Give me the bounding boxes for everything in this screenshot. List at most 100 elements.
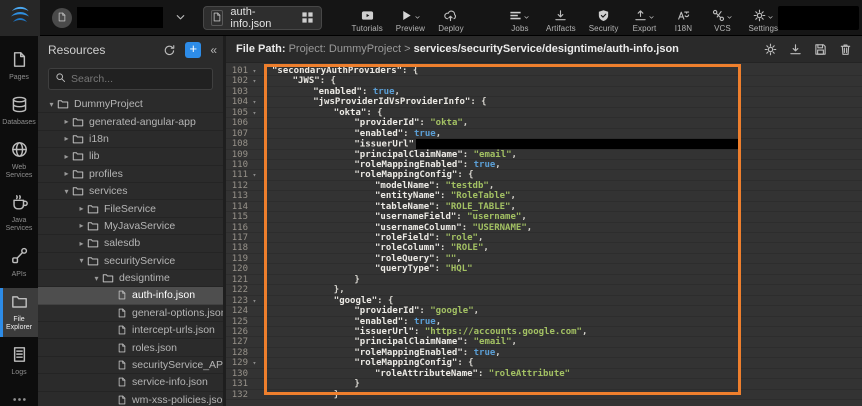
chevron-down-icon[interactable] (174, 11, 187, 24)
expand-arrow-icon[interactable]: ▾ (46, 100, 57, 109)
fold-arrow-icon[interactable]: ▾ (248, 358, 261, 367)
code-line-102[interactable]: 102▾"JWS": { (226, 76, 862, 86)
tree-item-intercept-urls-json[interactable]: intercept-urls.json (38, 322, 223, 339)
code-line-124[interactable]: 124"providerId": "google", (226, 306, 862, 316)
code-line-125[interactable]: 125"enabled": true, (226, 317, 862, 327)
expand-arrow-icon[interactable]: ▾ (91, 274, 102, 283)
download-file-button[interactable] (789, 43, 802, 56)
sidebar-item-java-services[interactable]: Java Services (0, 189, 38, 238)
code-line-117[interactable]: 117"roleField": "role", (226, 233, 862, 243)
toolbar-artifacts-button[interactable]: Artifacts (546, 8, 576, 33)
collapse-arrow-icon[interactable]: ▸ (76, 204, 87, 213)
expand-arrow-icon[interactable]: ▾ (76, 256, 87, 265)
tree-item-securityservice[interactable]: ▾securityService (38, 253, 223, 270)
expand-arrow-icon[interactable]: ▾ (61, 187, 72, 196)
tree-item-securityservice-api-json[interactable]: securityService_API.json (38, 357, 223, 374)
collapse-arrow-icon[interactable]: ▸ (61, 134, 72, 143)
tree-item-lib[interactable]: ▸lib (38, 148, 223, 165)
collapse-arrow-icon[interactable]: ▸ (61, 152, 72, 161)
code-line-122[interactable]: 122}, (226, 285, 862, 295)
code-editor[interactable]: 101▾"secondaryAuthProviders": {102▾"JWS"… (226, 63, 862, 406)
toolbar-preview-button[interactable]: Preview (396, 8, 425, 33)
code-line-129[interactable]: 129▾"roleMappingConfig": { (226, 358, 862, 368)
sidebar-item-apis[interactable]: APIs (0, 242, 38, 283)
toolbar-settings-button[interactable]: Settings (748, 8, 778, 33)
code-line-111[interactable]: 111▾"roleMappingConfig": { (226, 170, 862, 180)
file-settings-button[interactable] (764, 43, 777, 56)
code-line-112[interactable]: 112"modelName": "testdb", (226, 181, 862, 191)
code-line-116[interactable]: 116"usernameColumn": "USERNAME", (226, 223, 862, 233)
code-line-121[interactable]: 121} (226, 275, 862, 285)
code-line-110[interactable]: 110"roleMappingEnabled": true, (226, 160, 862, 170)
code-line-115[interactable]: 115"usernameField": "username", (226, 212, 862, 222)
code-line-105[interactable]: 105▾"okta": { (226, 108, 862, 118)
project-selector[interactable] (52, 7, 187, 28)
search-box[interactable] (48, 68, 213, 90)
code-line-123[interactable]: 123▾"google": { (226, 296, 862, 306)
code-line-118[interactable]: 118"roleColumn": "ROLE", (226, 243, 862, 253)
search-input[interactable] (71, 73, 206, 85)
toolbar-deploy-button[interactable]: Deploy (438, 8, 464, 33)
tree-item-general-options-json[interactable]: general-options.json (38, 305, 223, 322)
tree-item-myjavaservice[interactable]: ▸MyJavaService (38, 218, 223, 235)
code-line-128[interactable]: 128"roleMappingEnabled": true, (226, 348, 862, 358)
grid-icon[interactable] (301, 11, 314, 24)
sidebar-item-pages[interactable]: Pages (0, 46, 38, 87)
tree-item-services[interactable]: ▾services (38, 183, 223, 200)
code-line-101[interactable]: 101▾"secondaryAuthProviders": { (226, 66, 862, 76)
app-logo[interactable] (0, 0, 40, 36)
sidebar-item-more[interactable]: ••• (0, 386, 38, 406)
code-line-107[interactable]: 107"enabled": true, (226, 129, 862, 139)
refresh-icon[interactable] (163, 44, 176, 57)
add-resource-button[interactable]: + (185, 42, 201, 58)
code-line-113[interactable]: 113"entityName": "RoleTable", (226, 191, 862, 201)
code-line-103[interactable]: 103"enabled": true, (226, 87, 862, 97)
collapse-arrow-icon[interactable]: ▸ (76, 239, 87, 248)
collapse-arrow-icon[interactable]: ▸ (76, 221, 87, 230)
fold-arrow-icon[interactable]: ▾ (248, 66, 261, 75)
sidebar-item-web-services[interactable]: Web Services (0, 136, 38, 185)
tree-item-salesdb[interactable]: ▸salesdb (38, 235, 223, 252)
save-file-button[interactable] (814, 43, 827, 56)
tree-item-roles-json[interactable]: roles.json (38, 339, 223, 356)
tree-item-i18n[interactable]: ▸i18n (38, 131, 223, 148)
code-line-108[interactable]: 108"issuerUrl" (226, 139, 862, 149)
sidebar-item-logs[interactable]: Logs (0, 341, 38, 382)
collapse-arrow-icon[interactable]: ▸ (61, 169, 72, 178)
fold-arrow-icon[interactable]: ▾ (248, 296, 261, 305)
tree-item-designtime[interactable]: ▾designtime (38, 270, 223, 287)
fold-arrow-icon[interactable]: ▾ (248, 170, 261, 179)
delete-file-button[interactable] (839, 43, 852, 56)
code-line-127[interactable]: 127"principalClaimName": "email", (226, 337, 862, 347)
code-line-119[interactable]: 119"roleQuery": "", (226, 254, 862, 264)
fold-arrow-icon[interactable]: ▾ (248, 97, 261, 106)
tree-item-generated-angular-app[interactable]: ▸generated-angular-app (38, 113, 223, 130)
fold-arrow-icon[interactable]: ▾ (248, 76, 261, 85)
tree-item-profiles[interactable]: ▸profiles (38, 166, 223, 183)
toolbar-jobs-button[interactable]: Jobs (507, 8, 533, 33)
sidebar-item-file-explorer[interactable]: File Explorer (0, 288, 38, 337)
tree-item-dummyproject[interactable]: ▾DummyProject (38, 96, 223, 113)
file-tab[interactable]: auth-info.json (203, 6, 322, 30)
toolbar-security-button[interactable]: Security (589, 8, 619, 33)
collapse-arrow-icon[interactable]: ▸ (61, 117, 72, 126)
toolbar-tutorials-button[interactable]: Tutorials (352, 8, 383, 33)
code-line-131[interactable]: 131} (226, 379, 862, 389)
code-line-106[interactable]: 106"providerId": "okta", (226, 118, 862, 128)
breadcrumb-project[interactable]: Project: DummyProject > (289, 43, 414, 55)
code-line-126[interactable]: 126"issuerUrl": "https://accounts.google… (226, 327, 862, 337)
code-line-120[interactable]: 120"queryType": "HQL" (226, 264, 862, 274)
toolbar-export-button[interactable]: Export (631, 8, 657, 33)
tree-item-service-info-json[interactable]: service-info.json (38, 374, 223, 391)
code-line-104[interactable]: 104▾"jwsProviderIdVsProviderInfo": { (226, 97, 862, 107)
code-line-109[interactable]: 109"principalClaimName": "email", (226, 150, 862, 160)
toolbar-i18n-button[interactable]: I18N (670, 8, 696, 33)
tree-item-auth-info-json[interactable]: auth-info.json (38, 287, 223, 304)
sidebar-item-databases[interactable]: Databases (0, 91, 38, 132)
tree-item-wm-xss-policies-json[interactable]: wm-xss-policies.json (38, 392, 223, 406)
tree-item-fileservice[interactable]: ▸FileService (38, 200, 223, 217)
code-line-132[interactable]: 132} (226, 390, 862, 400)
fold-arrow-icon[interactable]: ▾ (248, 108, 261, 117)
toolbar-vcs-button[interactable]: VCS (709, 8, 735, 33)
code-line-114[interactable]: 114"tableName": "ROLE_TABLE", (226, 202, 862, 212)
